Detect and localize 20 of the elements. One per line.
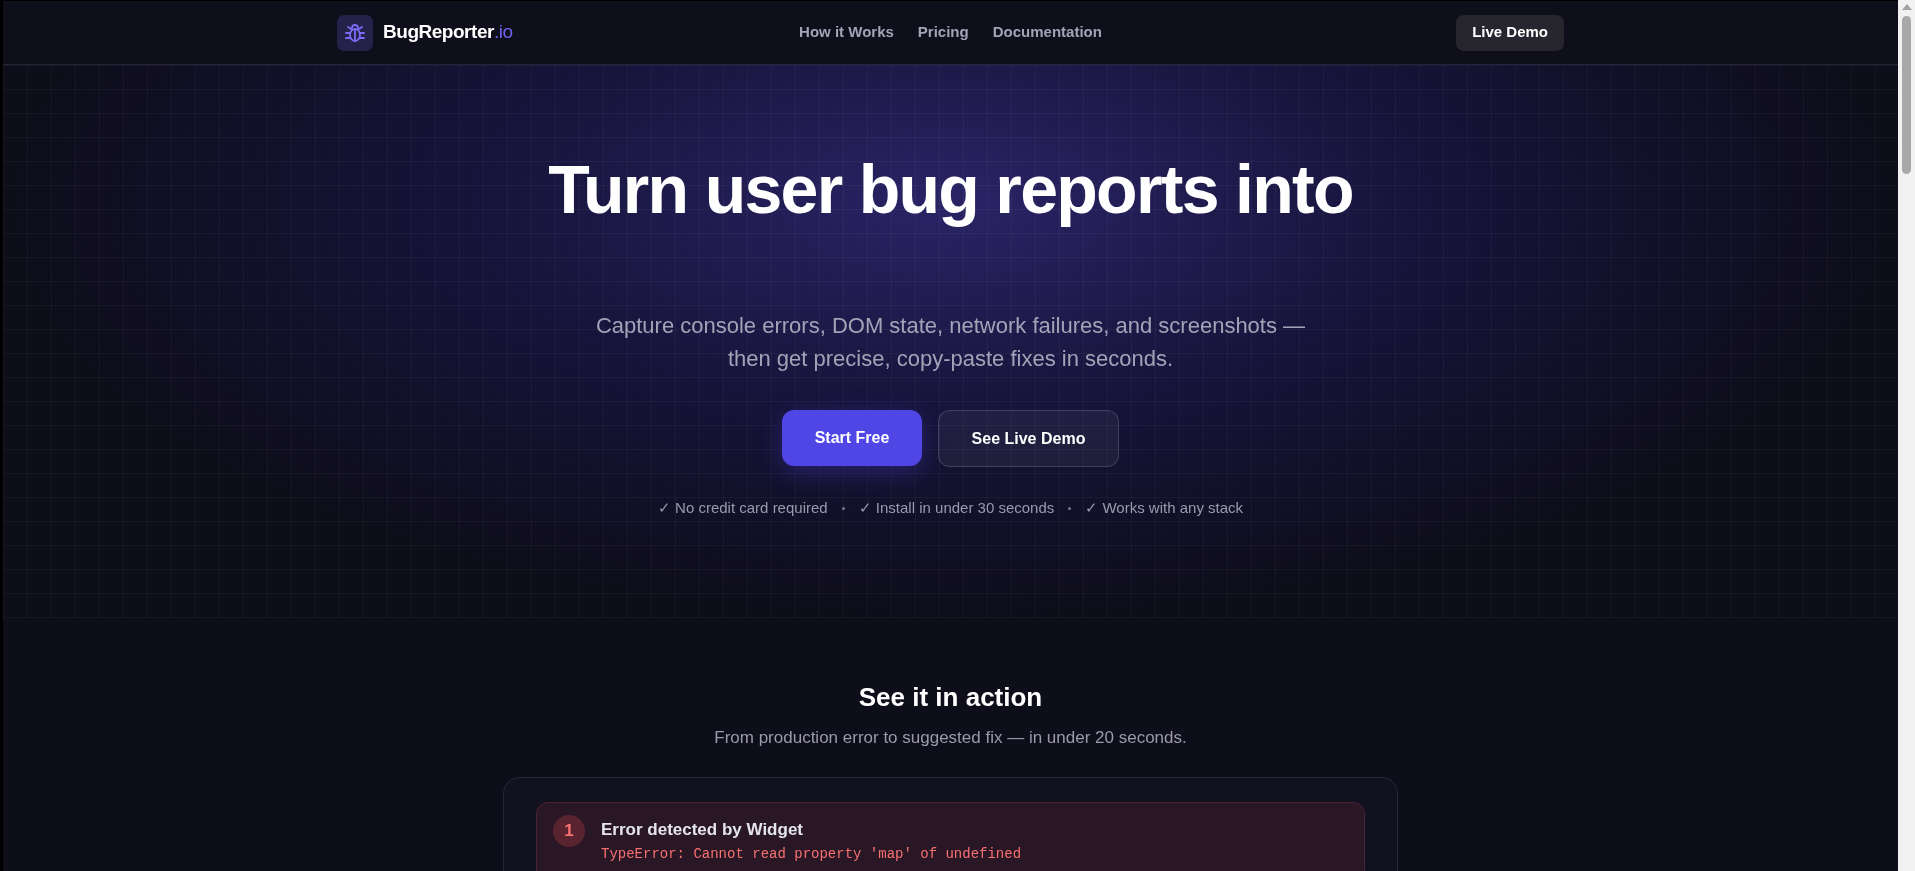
perk-text: ✓ Works with any stack — [1085, 498, 1244, 518]
hero-subtitle: Capture console errors, DOM state, network failures, and screenshots — then get precise, copy-paste fixes in seconds. — [594, 312, 1307, 373]
live-demo-button[interactable]: Live Demo — [1456, 14, 1564, 51]
step-number: 1 — [553, 814, 585, 847]
scrollbar[interactable] — [1898, 0, 1915, 871]
bug-icon — [337, 14, 373, 51]
nav-link[interactable]: Documentation — [992, 21, 1102, 44]
scroll-up-icon[interactable] — [1901, 4, 1912, 10]
section-title: See it in action — [858, 681, 1043, 714]
perk-text: ✓ No credit card required — [657, 498, 828, 518]
live-demo-button[interactable]: See Live Demo — [938, 410, 1119, 467]
perk-text: ✓ Install in under 30 seconds — [858, 498, 1055, 518]
scroll-thumb[interactable] — [1902, 16, 1911, 174]
error-code: TypeError: Cannot read property 'map' of undefined — [601, 845, 1022, 864]
nav-link[interactable]: How it Works — [799, 21, 894, 44]
step-title: Error detected by Widget — [601, 818, 804, 841]
start-free-button[interactable]: Start Free — [782, 410, 922, 466]
logo-text[interactable]: BugReporter.io — [383, 18, 513, 47]
nav-link[interactable]: Pricing — [917, 21, 969, 44]
section-subtitle: From production error to suggested fix — in under 20 seconds. — [714, 727, 1187, 749]
